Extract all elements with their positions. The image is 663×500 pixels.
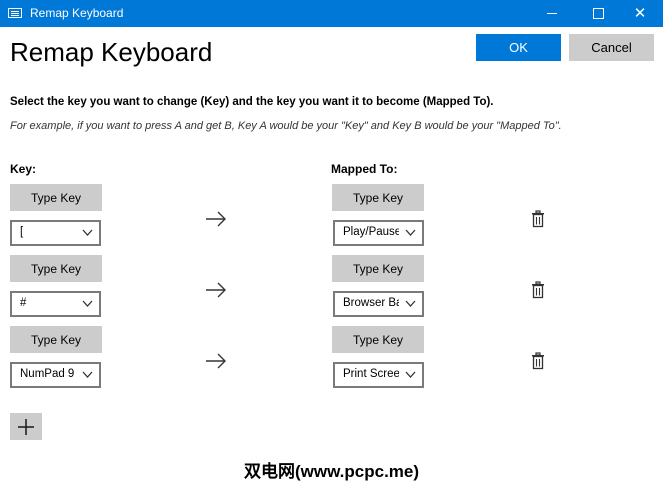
mapped-to-column-label: Mapped To: [331, 162, 398, 176]
key-type-button-3[interactable]: Type Key [10, 326, 102, 353]
key-dropdown-1[interactable]: [ [10, 220, 101, 246]
ok-button[interactable]: OK [476, 34, 561, 61]
key-dropdown-value-2: # [20, 297, 27, 309]
mapped-dropdown-value-2: Browser Ba [343, 297, 399, 309]
mapped-dropdown-3[interactable]: Print Scree [333, 362, 424, 388]
title-bar[interactable]: Remap Keyboard ✕ [0, 0, 663, 27]
example-text: For example, if you want to press A and … [10, 120, 562, 132]
close-icon: ✕ [633, 5, 647, 22]
maximize-button[interactable] [575, 0, 621, 27]
arrow-right-icon [206, 353, 226, 369]
close-button[interactable]: ✕ [617, 0, 663, 27]
key-dropdown-value-3: NumPad 9 [20, 368, 75, 380]
key-column-label: Key: [10, 162, 37, 176]
minimize-button[interactable] [529, 0, 575, 27]
cancel-button[interactable]: Cancel [569, 34, 654, 61]
key-type-button-1[interactable]: Type Key [10, 184, 102, 211]
keyboard-icon [8, 8, 22, 18]
delete-row-trash-icon-3[interactable] [530, 352, 546, 370]
remap-keyboard-window: Remap Keyboard ✕ Remap Keyboard OK Cance… [0, 0, 663, 500]
delete-row-trash-icon-2[interactable] [530, 281, 546, 299]
watermark-text: 双电网(www.pcpc.me) [243, 462, 420, 481]
mapped-type-button-2[interactable]: Type Key [332, 255, 424, 282]
window-title: Remap Keyboard [30, 6, 124, 20]
key-dropdown-value-1: [ [20, 226, 24, 238]
chevron-down-icon [82, 369, 93, 380]
key-type-button-2[interactable]: Type Key [10, 255, 102, 282]
mapped-dropdown-value-3: Print Scree [343, 368, 399, 380]
add-mapping-button[interactable] [10, 413, 42, 440]
mapped-dropdown-2[interactable]: Browser Ba [333, 291, 424, 317]
delete-row-trash-icon-1[interactable] [530, 210, 546, 228]
maximize-icon [592, 8, 604, 19]
chevron-down-icon [405, 298, 416, 309]
mapped-type-button-1[interactable]: Type Key [332, 184, 424, 211]
instructions-text: Select the key you want to change (Key) … [10, 96, 494, 108]
key-dropdown-3[interactable]: NumPad 9 [10, 362, 101, 388]
minimize-icon [547, 13, 557, 14]
page-title: Remap Keyboard [10, 37, 213, 67]
plus-icon [18, 418, 34, 435]
chevron-down-icon [82, 298, 93, 309]
mapped-dropdown-1[interactable]: Play/Pause [333, 220, 424, 246]
chevron-down-icon [405, 369, 416, 380]
chevron-down-icon [405, 227, 416, 238]
arrow-right-icon [206, 282, 226, 298]
arrow-right-icon [206, 211, 226, 227]
key-dropdown-2[interactable]: # [10, 291, 101, 317]
mapped-dropdown-value-1: Play/Pause [343, 226, 399, 238]
mapped-type-button-3[interactable]: Type Key [332, 326, 424, 353]
chevron-down-icon [82, 227, 93, 238]
